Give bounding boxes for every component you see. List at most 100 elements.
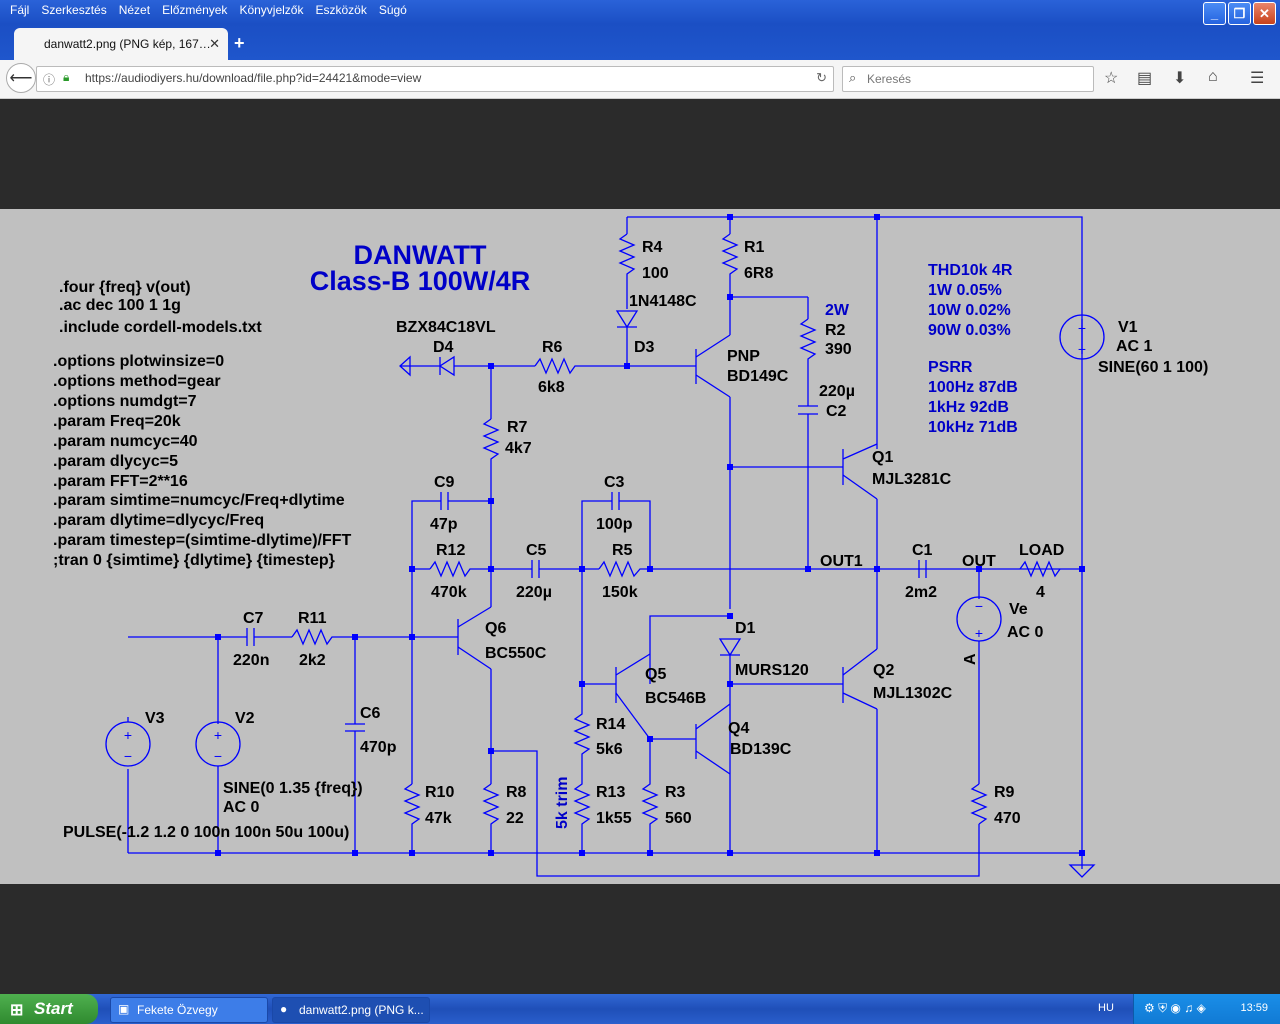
label-C3-value: 100p xyxy=(596,516,633,533)
label-R13: R13 xyxy=(596,784,625,801)
label-R10-value: 47k xyxy=(425,810,452,827)
taskbar-item-active[interactable]: ● danwatt2.png (PNG k... xyxy=(272,997,430,1023)
thd-line: 1W 0.05% xyxy=(928,282,1002,299)
menu-bookmarks[interactable]: Könyvjelzők xyxy=(233,2,309,20)
minimize-button[interactable]: _ xyxy=(1203,2,1226,25)
label-C7-value: 220n xyxy=(233,652,269,669)
info-icon[interactable]: ⓘ xyxy=(43,71,55,88)
label-V3: V3 xyxy=(145,710,165,727)
label-Q4: Q4 xyxy=(728,720,749,737)
directive-line: .param dlytime=dlycyc/Freq xyxy=(53,512,264,529)
directive-line: .include cordell-models.txt xyxy=(59,319,262,336)
directive-line: .param FFT=2**16 xyxy=(53,473,188,490)
address-bar[interactable]: ⓘ 🔒︎ https://audiodiyers.hu/download/fil… xyxy=(36,66,834,92)
svg-text:+: + xyxy=(214,727,222,743)
bookmarks-list-icon[interactable]: ▤ xyxy=(1137,68,1152,88)
label-C5: C5 xyxy=(526,542,547,559)
label-R5-value: 150k xyxy=(602,584,638,601)
menu-tools[interactable]: Eszközök xyxy=(309,2,372,20)
url-text: https://audiodiyers.hu/download/file.php… xyxy=(85,71,422,85)
label-Ve: Ve xyxy=(1009,601,1028,618)
taskbar-item[interactable]: ▣ Fekete Özvegy xyxy=(110,997,268,1023)
taskbar-item-label: Fekete Özvegy xyxy=(137,1003,218,1017)
svg-text:+: + xyxy=(975,625,983,641)
window-controls: _ ❐ ✕ xyxy=(1203,2,1276,25)
label-R3: R3 xyxy=(665,784,686,801)
taskbar-item-label: danwatt2.png (PNG k... xyxy=(299,1003,424,1017)
menu-help[interactable]: Súgó xyxy=(373,2,413,20)
label-C6-value: 470p xyxy=(360,739,397,756)
label-V2-ac: AC 0 xyxy=(223,799,260,816)
label-Q5-part: BC546B xyxy=(645,690,706,707)
back-button[interactable]: ⟵ xyxy=(6,63,36,93)
menu-view[interactable]: Nézet xyxy=(113,2,156,20)
language-indicator[interactable]: HU xyxy=(1098,1002,1114,1014)
directive-line: .four {freq} v(out) xyxy=(59,279,191,296)
label-V1: V1 xyxy=(1118,319,1138,336)
label-R14-value: 5k6 xyxy=(596,741,623,758)
search-input[interactable]: ⌕ Keresés xyxy=(842,66,1094,92)
reload-icon[interactable]: ↻ xyxy=(816,70,827,86)
label-Q2-part: MJL1302C xyxy=(873,685,953,702)
svg-text:−: − xyxy=(975,598,983,614)
label-D4-part: BZX84C18VL xyxy=(396,319,496,336)
label-V2: V2 xyxy=(235,710,255,727)
label-Q2: Q2 xyxy=(873,662,894,679)
label-Q6-part: BC550C xyxy=(485,645,547,662)
label-R9-value: 470 xyxy=(994,810,1021,827)
maximize-button[interactable]: ❐ xyxy=(1228,2,1251,25)
label-pnp: PNP xyxy=(727,348,760,365)
browser-tab[interactable]: danwatt2.png (PNG kép, 167… ✕ xyxy=(14,28,228,60)
back-arrow-icon: ⟵ xyxy=(9,70,33,87)
label-D3: D3 xyxy=(634,339,655,356)
firefox-icon: ● xyxy=(280,1002,288,1016)
hamburger-menu-icon[interactable]: ☰ xyxy=(1250,68,1264,88)
directive-line: .param simtime=numcyc/Freq+dlytime xyxy=(53,492,345,509)
new-tab-button[interactable]: + xyxy=(234,33,245,54)
thd-line: 90W 0.03% xyxy=(928,322,1011,339)
menu-file[interactable]: Fájl xyxy=(4,2,35,20)
directive-line: .ac dec 100 1 1g xyxy=(59,297,181,314)
search-icon: ⌕ xyxy=(849,70,857,85)
start-button[interactable]: ⊞ Start xyxy=(0,994,98,1024)
label-R8-value: 22 xyxy=(506,810,524,827)
label-V1-source: SINE(60 1 100) xyxy=(1098,359,1208,376)
label-R2: R2 xyxy=(825,322,846,339)
schematic-subtitle: Class-B 100W/4R xyxy=(310,266,531,296)
label-V3-source: PULSE(-1.2 1.2 0 100n 100n 50u 100u) xyxy=(63,824,349,841)
label-R1: R1 xyxy=(744,239,765,256)
label-R14: R14 xyxy=(596,716,625,733)
home-icon[interactable]: ⌂ xyxy=(1208,68,1218,86)
menu-edit[interactable]: Szerkesztés xyxy=(35,2,112,20)
label-out1: OUT1 xyxy=(820,553,863,570)
label-R1-value: 6R8 xyxy=(744,265,773,282)
label-R10: R10 xyxy=(425,784,454,801)
label-D4: D4 xyxy=(433,339,454,356)
lock-icon: 🔒︎ xyxy=(63,70,70,84)
tray-icons[interactable]: ⚙ ⛨ ◉ ♫ ◈ xyxy=(1144,1001,1206,1016)
bookmark-star-icon[interactable]: ☆ xyxy=(1104,68,1118,88)
label-R12: R12 xyxy=(436,542,465,559)
label-R8: R8 xyxy=(506,784,527,801)
label-C2: C2 xyxy=(826,403,847,420)
close-tab-icon[interactable]: ✕ xyxy=(209,36,220,52)
directive-line: .param timestep=(simtime-dlytime)/FFT xyxy=(53,532,352,549)
menu-bar: Fájl Szerkesztés Nézet Előzmények Könyvj… xyxy=(4,2,413,20)
start-label: Start xyxy=(34,999,73,1018)
label-V2-source: SINE(0 1.35 {freq}) xyxy=(223,780,363,797)
label-Ve-ac: AC 0 xyxy=(1007,624,1044,641)
label-R2-value: 390 xyxy=(825,341,852,358)
menu-history[interactable]: Előzmények xyxy=(156,2,233,20)
directive-line: .options numdgt=7 xyxy=(53,393,197,410)
label-Q1: Q1 xyxy=(872,449,893,466)
label-R6: R6 xyxy=(542,339,563,356)
label-R7: R7 xyxy=(507,419,528,436)
search-placeholder: Keresés xyxy=(867,72,912,86)
psrr-line: PSRR xyxy=(928,359,973,376)
directive-line: ;tran 0 {simtime} {dlytime} {timestep} xyxy=(53,552,335,569)
directive-line: .options method=gear xyxy=(53,373,221,390)
label-R12-value: 470k xyxy=(431,584,467,601)
downloads-icon[interactable]: ⬇ xyxy=(1173,68,1186,88)
label-Q4-part: BD139C xyxy=(730,741,792,758)
close-window-button[interactable]: ✕ xyxy=(1253,2,1276,25)
